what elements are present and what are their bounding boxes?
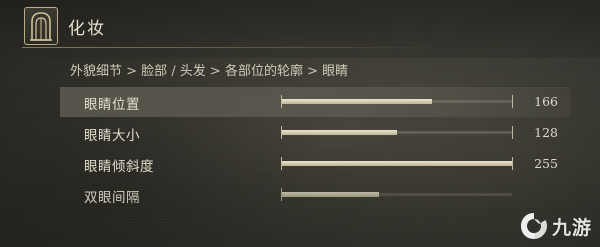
slider-value: 255 xyxy=(534,156,558,171)
slider-fill xyxy=(282,99,432,104)
header-bar: 化妆 xyxy=(0,0,600,58)
slider-value: 128 xyxy=(534,125,558,140)
slider-row-eye-size[interactable]: 眼睛大小 128 xyxy=(60,118,570,148)
slider-track[interactable] xyxy=(281,95,513,108)
slider-max-cap xyxy=(512,126,513,139)
slider-value: 166 xyxy=(534,94,558,109)
slider-row-eye-tilt[interactable]: 眼睛倾斜度 255 xyxy=(60,149,570,179)
slider-fill xyxy=(282,161,512,166)
slider-row-eye-position[interactable]: 眼睛位置 166 xyxy=(60,87,570,117)
header-divider xyxy=(22,47,442,48)
watermark-text: 九游 xyxy=(551,216,592,239)
slider-track[interactable] xyxy=(281,157,513,170)
slider-label: 双眼间隔 xyxy=(84,190,140,206)
jiuyou-logo-icon xyxy=(520,213,547,239)
slider-track[interactable] xyxy=(281,126,513,139)
slider-row-eye-spacing[interactable]: 双眼间隔 xyxy=(60,180,570,210)
slider-max-cap xyxy=(512,95,513,108)
watermark-logo: 九游 xyxy=(519,211,592,241)
doorway-icon xyxy=(24,7,58,45)
breadcrumb: 外貌细节 > 脸部 / 头发 > 各部位的轮廓 > 眼睛 xyxy=(70,64,349,79)
slider-label: 眼睛倾斜度 xyxy=(84,159,154,175)
page-title: 化妆 xyxy=(68,19,106,39)
slider-fill xyxy=(282,192,379,197)
slider-fill xyxy=(282,130,397,135)
slider-max-cap xyxy=(512,157,513,170)
slider-track[interactable] xyxy=(281,188,512,201)
slider-label: 眼睛位置 xyxy=(84,97,140,113)
slider-label: 眼睛大小 xyxy=(84,128,140,144)
slider-list: 眼睛位置 166 眼睛大小 128 眼睛倾斜度 255 双眼间隔 xyxy=(60,87,570,211)
